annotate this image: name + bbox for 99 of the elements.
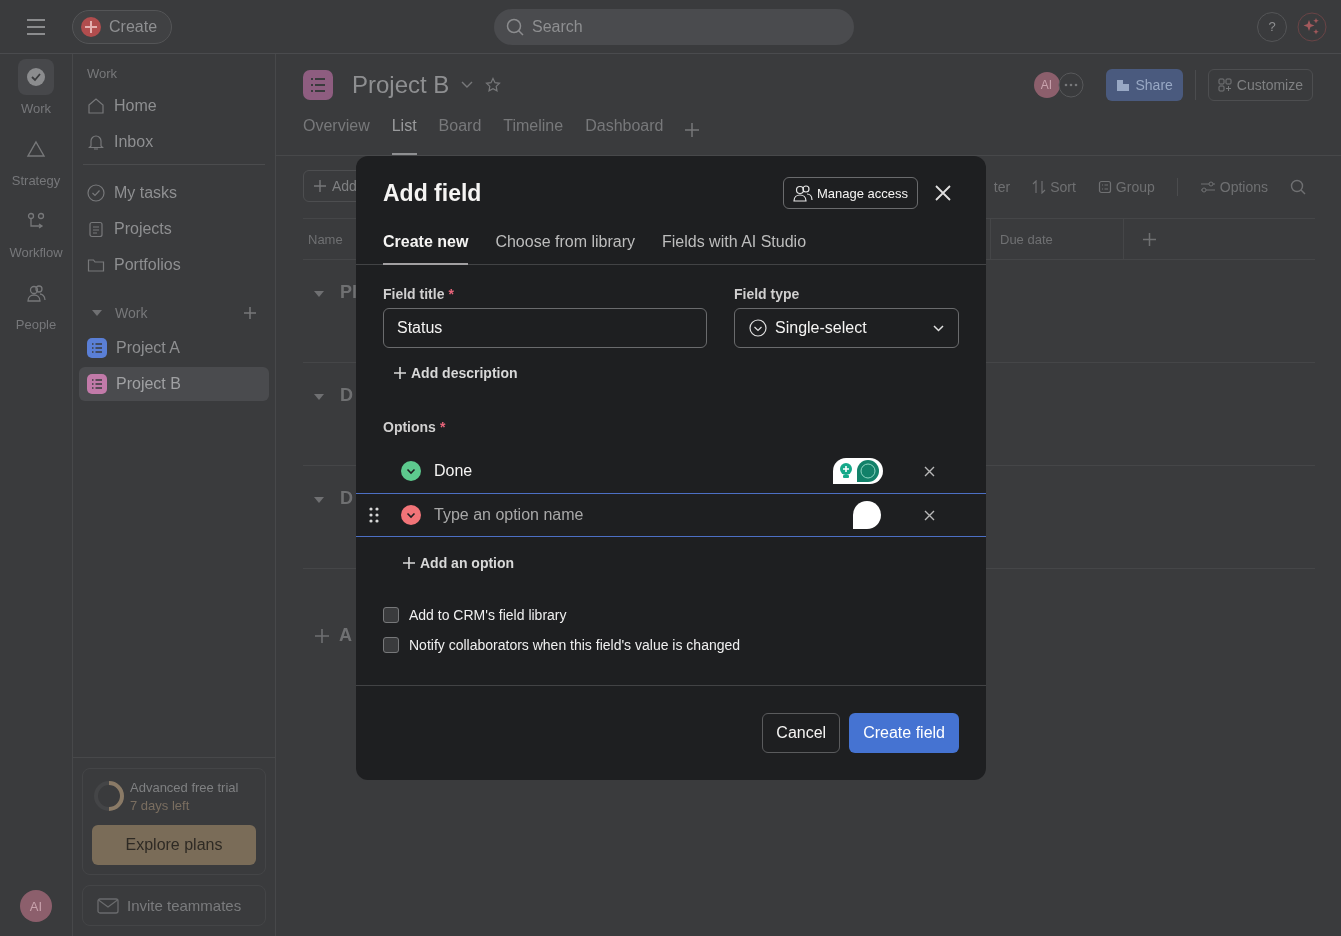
trial-days: 7 days left — [130, 797, 239, 813]
triangle-icon — [26, 139, 46, 159]
checkbox-label: Add to CRM's field library — [409, 607, 567, 623]
sliders-icon — [1199, 180, 1216, 194]
checkbox[interactable] — [383, 637, 399, 653]
rail-label: Work — [20, 101, 52, 116]
option-name[interactable]: Done — [434, 462, 833, 480]
speech-bubble-icon[interactable] — [853, 501, 881, 529]
more-icon[interactable] — [1057, 72, 1084, 98]
home-icon — [87, 97, 105, 115]
add-description-button[interactable]: Add description — [394, 365, 518, 381]
collapse-icon[interactable] — [91, 309, 103, 317]
sidebar-item[interactable]: Projects — [79, 211, 269, 247]
menu-icon[interactable] — [26, 18, 46, 35]
user-avatar[interactable]: AI — [20, 890, 52, 922]
add-tab-icon[interactable] — [685, 123, 700, 137]
close-icon[interactable] — [935, 185, 951, 201]
add-option-button[interactable]: Add an option — [403, 555, 515, 571]
checkbox[interactable] — [383, 607, 399, 623]
field-type-dropdown[interactable]: Single-select — [734, 308, 959, 348]
search-icon[interactable] — [1290, 179, 1306, 195]
option-color-dot[interactable] — [401, 461, 421, 481]
progress-ring — [92, 779, 126, 813]
checkbox-label: Notify collaborators when this field's value is changed — [409, 637, 741, 653]
invite-button[interactable]: Invite teammates — [82, 885, 266, 926]
view-tab[interactable]: Overview — [303, 105, 370, 155]
sidebar-item[interactable]: Portfolios — [79, 247, 269, 283]
add-column-icon[interactable] — [1143, 232, 1156, 246]
star-icon[interactable] — [485, 77, 502, 93]
group-icon — [1097, 180, 1112, 194]
search-field[interactable]: Search — [494, 8, 855, 45]
section-label: Work — [86, 66, 119, 81]
team-label: Work — [115, 305, 149, 321]
bell-icon — [87, 133, 105, 151]
rail-label: Strategy — [11, 173, 61, 188]
collapse-icon[interactable] — [313, 290, 325, 298]
project-title: Project B — [352, 71, 450, 99]
required-mark: * — [439, 419, 446, 435]
customize-button[interactable]: Customize — [1207, 69, 1313, 101]
view-tab[interactable]: Dashboard — [585, 105, 664, 155]
sidebar-item[interactable]: Home — [79, 88, 269, 124]
explore-plans-button[interactable]: Explore plans — [92, 825, 256, 865]
assistant-badge-icon[interactable] — [833, 458, 883, 484]
required-mark: * — [448, 286, 454, 302]
field-label: Field title — [383, 286, 445, 302]
trial-title: Advanced free trial — [130, 779, 239, 795]
add-icon[interactable] — [315, 628, 329, 643]
dialog-tab[interactable]: Choose from library — [495, 227, 635, 265]
plus-icon — [403, 557, 415, 569]
remove-icon[interactable] — [924, 465, 935, 477]
remove-icon[interactable] — [924, 509, 935, 521]
project-item[interactable]: Project A — [79, 331, 269, 365]
sparkle-icon[interactable] — [1297, 11, 1327, 42]
cancel-button[interactable]: Cancel — [762, 713, 841, 753]
plus-icon — [314, 180, 326, 192]
options-label: Options — [383, 419, 436, 435]
sidebar-item[interactable]: Inbox — [79, 124, 269, 160]
check-circle-icon — [26, 67, 46, 87]
member-avatar[interactable]: AI — [1033, 72, 1060, 98]
project-item[interactable]: Project B — [79, 367, 269, 401]
dialog-title: Add field — [383, 179, 482, 207]
option-row[interactable]: Done — [356, 449, 986, 493]
rail-label: People — [15, 317, 57, 332]
check-circle-icon — [749, 319, 767, 337]
create-button[interactable]: Create — [72, 9, 173, 44]
project-icon — [303, 70, 333, 100]
share-button[interactable]: Share — [1105, 69, 1183, 101]
view-tab[interactable]: Timeline — [503, 105, 564, 155]
clipboard-icon — [87, 220, 105, 238]
chevron-down-icon — [933, 324, 944, 332]
option-row[interactable]: Type an option name — [356, 493, 986, 537]
drag-handle-icon[interactable] — [369, 507, 379, 523]
mail-icon — [97, 897, 119, 914]
people-icon — [26, 283, 46, 303]
dialog-tab[interactable]: Create new — [383, 227, 469, 265]
field-label: Field type — [734, 286, 800, 302]
collapse-icon[interactable] — [313, 496, 325, 504]
add-icon[interactable] — [243, 306, 257, 320]
option-color-dot[interactable] — [401, 505, 421, 525]
manage-access-button[interactable]: Manage access — [782, 177, 918, 209]
folder-icon — [87, 256, 105, 274]
people-icon — [792, 184, 813, 202]
option-name-input[interactable]: Type an option name — [434, 506, 833, 524]
create-field-button[interactable]: Create field — [849, 713, 959, 753]
building-icon — [1115, 78, 1130, 92]
plus-icon — [81, 16, 101, 37]
dialog-tab[interactable]: Fields with AI Studio — [662, 227, 807, 265]
plus-icon — [394, 367, 406, 379]
field-title-input[interactable]: Status — [383, 308, 707, 348]
view-tab[interactable]: Board — [438, 105, 482, 155]
sidebar-item[interactable]: My tasks — [79, 175, 269, 211]
collapse-icon[interactable] — [313, 393, 325, 401]
workflow-icon — [26, 211, 46, 231]
chevron-down-icon[interactable] — [461, 81, 474, 89]
check-circle-icon — [87, 184, 105, 202]
rail-button[interactable] — [18, 59, 54, 95]
rail-label: Workflow — [9, 245, 63, 260]
sort-icon — [1032, 180, 1047, 194]
grid-icon — [1217, 78, 1232, 92]
